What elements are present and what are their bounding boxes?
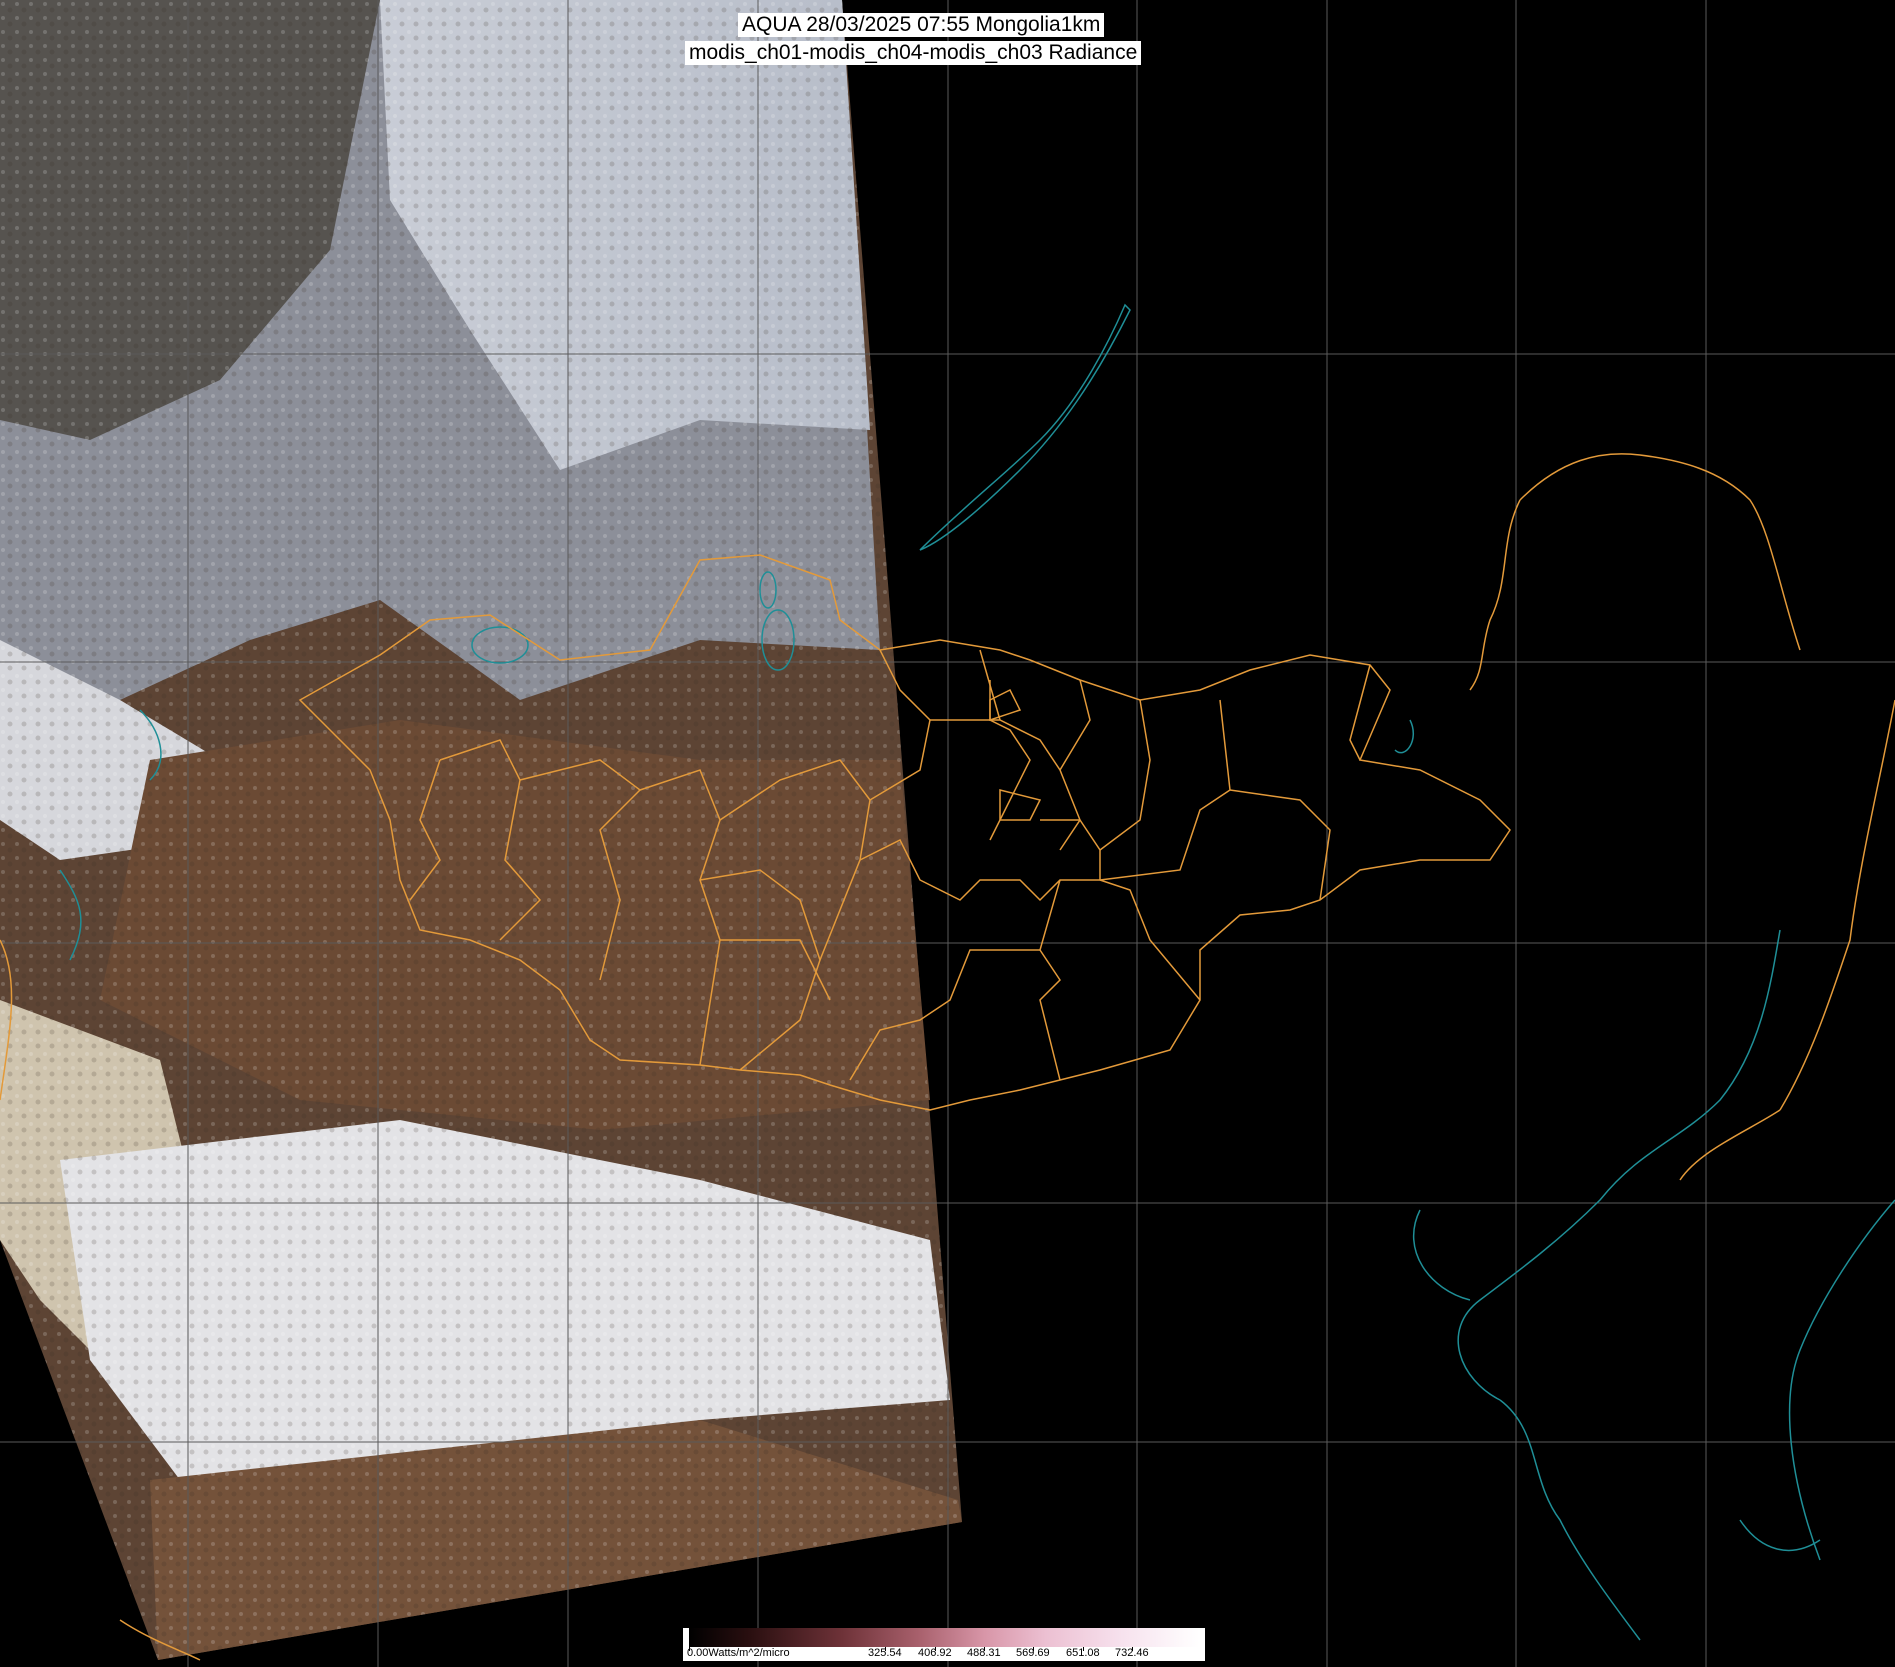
legend-tick-label: 406.92	[918, 1647, 952, 1659]
color-legend: 0.00Watts/m^2/micro 325.54 406.92 488.31…	[683, 1628, 1205, 1661]
map-title-line-2: modis_ch01-modis_ch04-modis_ch03 Radianc…	[685, 41, 1142, 65]
satellite-swath	[0, 0, 962, 1660]
map-title-line-1: AQUA 28/03/2025 07:55 Mongolia1km	[738, 13, 1105, 37]
legend-tick-label: 488.31	[967, 1647, 1001, 1659]
legend-color-bar	[689, 1628, 1199, 1647]
legend-unit-label: 0.00Watts/m^2/micro	[687, 1647, 790, 1659]
legend-tick-label: 651.08	[1066, 1647, 1100, 1659]
legend-tick-label: 325.54	[868, 1647, 902, 1659]
legend-tick-label: 569.69	[1016, 1647, 1050, 1659]
satellite-map	[0, 0, 1895, 1667]
legend-tick-label: 732.46	[1115, 1647, 1149, 1659]
